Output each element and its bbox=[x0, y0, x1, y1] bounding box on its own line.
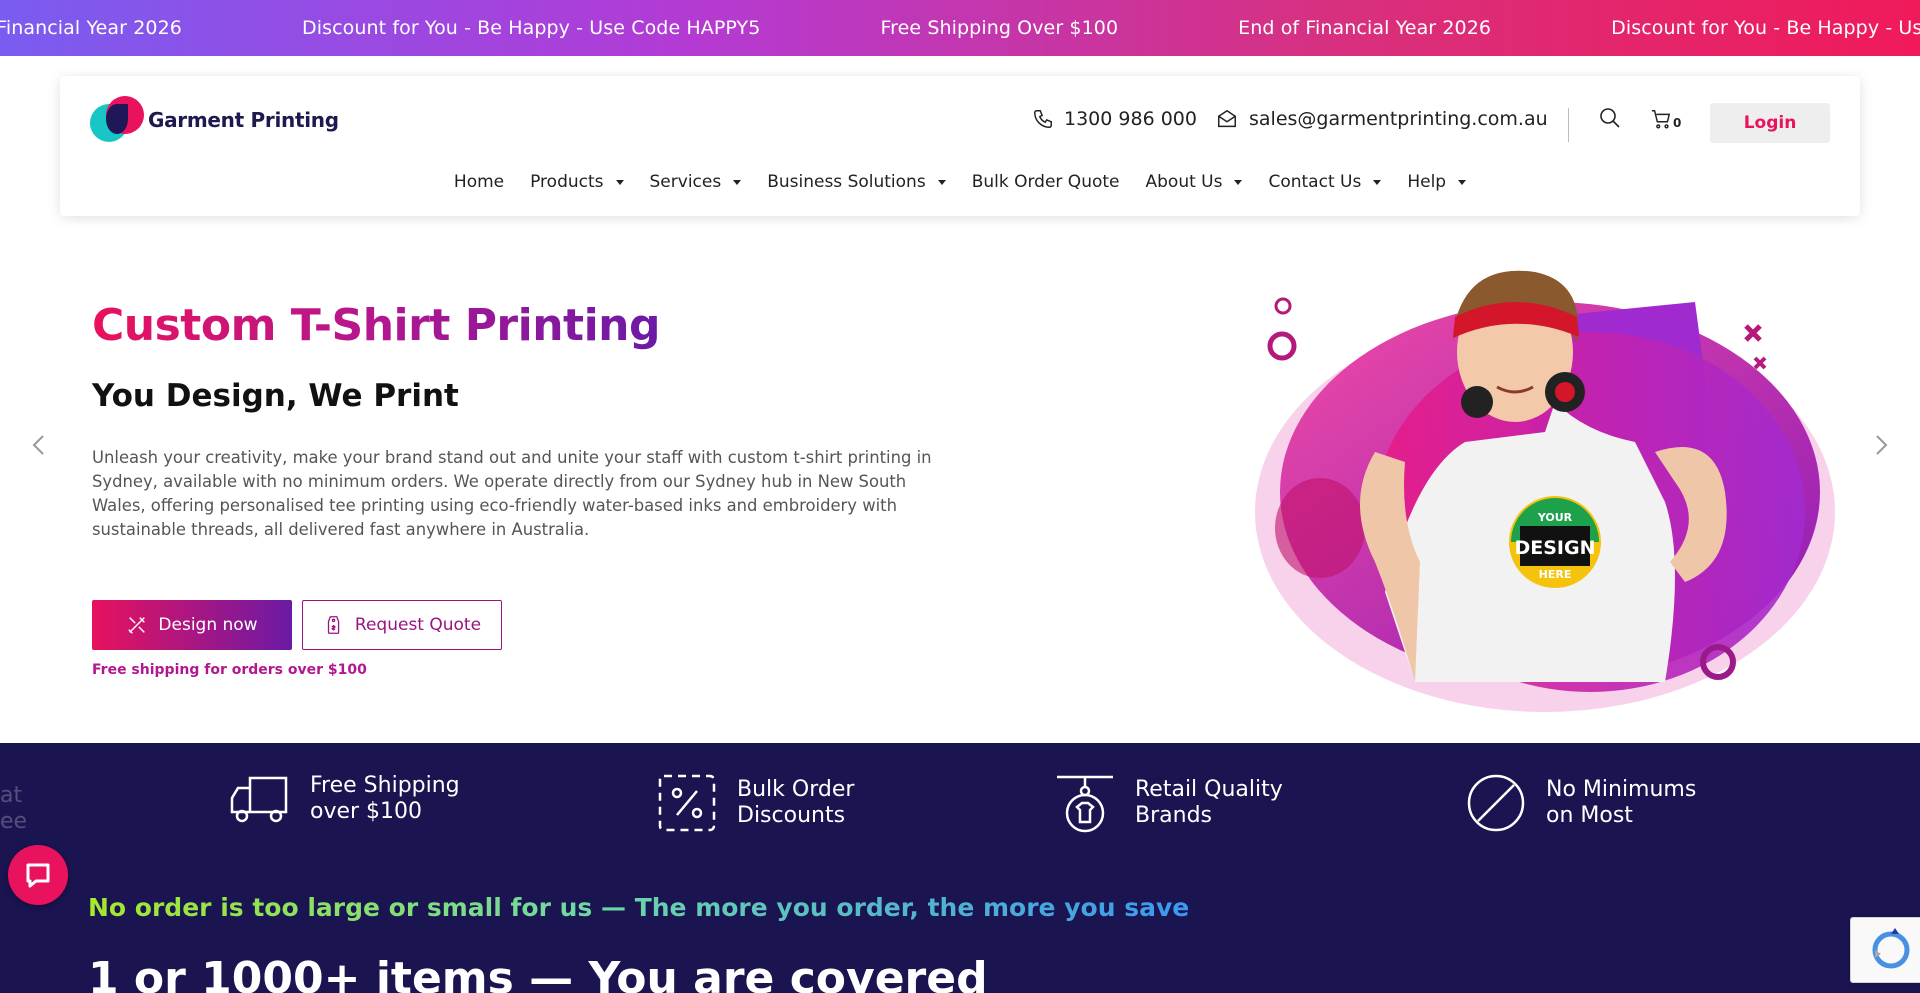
nav-item-services[interactable]: Services bbox=[650, 172, 742, 192]
recaptcha-badge[interactable] bbox=[1850, 917, 1920, 983]
caret-down-icon bbox=[1458, 179, 1467, 185]
feature-no-minimums: No Minimums on Most bbox=[1466, 773, 1696, 833]
ticker-item: Discount for You - Be Happy - Use Code H… bbox=[301, 17, 761, 39]
nav-label: About Us bbox=[1145, 172, 1223, 192]
header-divider bbox=[1568, 108, 1569, 142]
site-logo[interactable]: Garment Printing bbox=[90, 96, 339, 144]
hero-description: Unleash your creativity, make your brand… bbox=[92, 448, 932, 539]
nav-label: Home bbox=[453, 172, 505, 192]
email-link[interactable]: sales@garmentprinting.com.au bbox=[1215, 108, 1548, 130]
feature-line1: Free Shipping bbox=[310, 773, 460, 798]
hero-title: Custom T-Shirt Printing bbox=[92, 300, 660, 351]
features-band: at ee Free Shipping over $100 Bulk Order Di… bbox=[0, 743, 1920, 993]
cart-icon bbox=[1651, 110, 1671, 129]
envelope-icon bbox=[1218, 109, 1236, 128]
feature-line2: Brands bbox=[1135, 803, 1212, 828]
promo-tagline: No order is too large or small for us — … bbox=[88, 893, 1190, 922]
feature-line1: No Minimums bbox=[1546, 777, 1697, 802]
search-button[interactable] bbox=[1598, 106, 1622, 134]
nav-label: Help bbox=[1407, 172, 1447, 192]
nav-item-business-solutions[interactable]: Business Solutions bbox=[767, 172, 946, 192]
nav-label: Products bbox=[530, 172, 604, 192]
feature-free-shipping: Free Shipping over $100 bbox=[230, 773, 460, 825]
recaptcha-icon bbox=[1872, 928, 1910, 969]
phone-number: 1300 986 000 bbox=[1064, 108, 1197, 130]
cart-count-badge: 0 bbox=[1673, 116, 1682, 130]
live-chat-button[interactable] bbox=[8, 845, 68, 905]
design-now-label: Design now bbox=[158, 615, 258, 635]
nav-label: Business Solutions bbox=[767, 172, 926, 192]
hero-illustration: YOUR DESIGN HERE bbox=[1215, 262, 1835, 732]
shirt-badge-top: YOUR bbox=[1537, 511, 1573, 524]
price-tag-icon bbox=[327, 616, 340, 634]
ticker-item: End of Financial Year 2026 bbox=[0, 17, 182, 39]
shirt-badge-main: DESIGN bbox=[1514, 537, 1595, 559]
caret-down-icon bbox=[937, 179, 946, 185]
shirt-badge-bottom: HERE bbox=[1539, 568, 1572, 581]
request-quote-label: Request Quote bbox=[354, 615, 482, 635]
nav-label: Services bbox=[649, 172, 722, 192]
nav-item-products[interactable]: Products bbox=[530, 172, 624, 192]
nav-item-help[interactable]: Help bbox=[1407, 172, 1467, 192]
caret-down-icon bbox=[1234, 179, 1243, 185]
feature-retail-brands: Retail Quality Brands bbox=[1055, 773, 1283, 833]
site-header: Garment Printing 1300 986 000 sales@garm… bbox=[60, 76, 1860, 216]
nav-item-home[interactable]: Home bbox=[454, 172, 504, 192]
carousel-next-button[interactable] bbox=[1866, 430, 1896, 460]
shirt-hanger-icon bbox=[1057, 775, 1113, 833]
feature-line2: Discounts bbox=[737, 803, 846, 828]
design-tools-icon bbox=[128, 617, 146, 634]
request-quote-button[interactable]: Request Quote bbox=[302, 600, 502, 650]
nav-label: Contact Us bbox=[1268, 172, 1362, 192]
design-now-button[interactable]: Design now bbox=[92, 600, 292, 650]
carousel-prev-button[interactable] bbox=[24, 430, 54, 460]
feature-line1: Retail Quality bbox=[1135, 777, 1283, 802]
promo-headline: 1 or 1000+ items — You are covered bbox=[88, 953, 988, 993]
nav-item-bulk-order-quote[interactable]: Bulk Order Quote bbox=[972, 172, 1120, 192]
feature-bulk-discounts: Bulk Order Discounts bbox=[657, 773, 854, 833]
email-address: sales@garmentprinting.com.au bbox=[1249, 108, 1548, 130]
logo-text: Garment Printing bbox=[148, 108, 339, 132]
chat-bubble-icon bbox=[26, 863, 50, 888]
search-icon bbox=[1600, 108, 1620, 128]
feature-line2: on Most bbox=[1546, 803, 1633, 828]
phone-link[interactable]: 1300 986 000 bbox=[1032, 108, 1197, 130]
caret-down-icon bbox=[733, 179, 742, 185]
login-button[interactable]: Login bbox=[1710, 103, 1830, 143]
logo-mark-icon bbox=[90, 96, 146, 144]
feature-line1: Bulk Order bbox=[737, 777, 855, 802]
cart-button[interactable]: 0 bbox=[1650, 108, 1681, 130]
no-minimum-icon bbox=[1467, 774, 1525, 832]
feature-edge-fragment: at ee bbox=[0, 783, 28, 834]
hero-subtitle: You Design, We Print bbox=[92, 378, 459, 414]
phone-icon bbox=[1034, 110, 1052, 128]
main-nav: Home Products Services Business Solution… bbox=[60, 172, 1860, 192]
nav-item-about-us[interactable]: About Us bbox=[1146, 172, 1243, 192]
chevron-left-icon bbox=[32, 435, 44, 455]
ticker-item: Discount for You - Be Happy - Use Code H… bbox=[1611, 17, 1920, 39]
chevron-right-icon bbox=[1876, 435, 1888, 455]
nav-label: Bulk Order Quote bbox=[971, 172, 1120, 192]
discount-tag-icon bbox=[658, 774, 716, 832]
truck-icon bbox=[230, 776, 288, 823]
free-shipping-note: Free shipping for orders over $100 bbox=[92, 662, 367, 678]
ticker-track: End of Financial Year 2026 Discount for … bbox=[0, 0, 1920, 56]
announcement-ticker: End of Financial Year 2026 Discount for … bbox=[0, 0, 1920, 56]
ticker-item: Free Shipping Over $100 bbox=[880, 17, 1119, 39]
caret-down-icon bbox=[1373, 179, 1382, 185]
caret-down-icon bbox=[615, 179, 624, 185]
nav-item-contact-us[interactable]: Contact Us bbox=[1268, 172, 1382, 192]
ticker-item: End of Financial Year 2026 bbox=[1238, 17, 1492, 39]
feature-line2: over $100 bbox=[310, 799, 423, 824]
